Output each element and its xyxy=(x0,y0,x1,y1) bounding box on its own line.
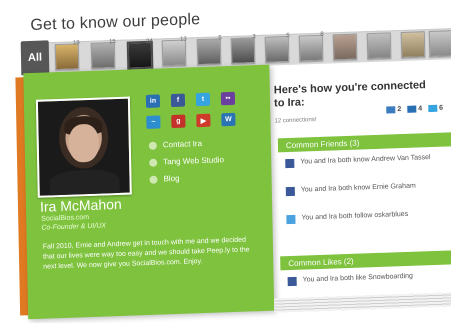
list-item: You and Ira both follow oskarblues xyxy=(286,209,446,225)
globe-icon xyxy=(149,158,158,167)
person-thumbnail[interactable] xyxy=(366,32,392,60)
page-title: Get to know our people xyxy=(30,11,201,34)
youtube-icon[interactable]: ▶ xyxy=(196,113,211,128)
list-item: You and Ira both know Ernie Graham xyxy=(285,181,446,197)
profile-links: Contact Ira Tang Web Studio Blog xyxy=(148,138,225,192)
common-friends-header[interactable]: Common Friends (3) xyxy=(277,132,451,153)
wordpress-icon[interactable]: W xyxy=(221,112,236,127)
connections-count: 12 connections! xyxy=(274,117,317,125)
vimeo-icon[interactable]: ~ xyxy=(146,115,161,129)
rss-icon xyxy=(149,175,158,184)
mail-icon xyxy=(148,141,157,150)
person-thumbnail[interactable] xyxy=(332,33,358,61)
person-thumbnail-selected[interactable]: 24 xyxy=(126,39,154,70)
list-item: You and Ira both like Snowboarding xyxy=(287,271,448,287)
card-stack-edge xyxy=(274,292,451,313)
person-thumbnail[interactable]: 8 xyxy=(298,32,324,62)
flickr-icon[interactable]: •• xyxy=(220,91,236,106)
social-icons-grid: in f t •• ~ g ▶ W xyxy=(145,91,238,129)
facebook-icon xyxy=(285,158,295,169)
person-thumbnail[interactable]: 13 xyxy=(161,36,187,67)
person-thumbnail[interactable] xyxy=(400,31,426,58)
person-thumbnail[interactable]: 5 xyxy=(264,33,290,63)
person-thumbnail[interactable]: 15 xyxy=(90,39,116,69)
person-name: Ira McMahon xyxy=(39,195,122,215)
badge-facebook: 2 xyxy=(386,106,401,114)
person-thumbnail[interactable]: 5 xyxy=(196,35,222,66)
common-likes-header[interactable]: Common Likes (2) xyxy=(280,250,451,271)
person-thumbnail[interactable]: 19 xyxy=(54,40,80,71)
twitter-icon[interactable]: t xyxy=(195,92,211,107)
facebook-icon xyxy=(287,276,297,287)
linkedin-icon[interactable]: in xyxy=(145,94,161,108)
badge-twitter: 6 xyxy=(428,105,443,113)
studio-link[interactable]: Tang Web Studio xyxy=(149,155,224,167)
facebook-icon[interactable]: f xyxy=(170,93,186,108)
person-thumbnail[interactable] xyxy=(428,30,451,58)
list-item: You and Ira both know Andrew Van Tassel xyxy=(285,153,445,169)
blog-link[interactable]: Blog xyxy=(149,172,224,184)
profile-card-scene: Get to know our people All 19 15 24 13 5… xyxy=(0,0,451,323)
tab-all[interactable]: All xyxy=(20,40,50,76)
twitter-icon xyxy=(286,214,296,225)
contact-link[interactable]: Contact Ira xyxy=(148,138,224,150)
google-icon[interactable]: g xyxy=(171,114,186,129)
person-thumbnail[interactable]: 3 xyxy=(230,34,256,64)
facebook-icon xyxy=(285,186,295,197)
badge-linkedin: 4 xyxy=(407,105,422,113)
connection-badges: 2 4 6 xyxy=(386,105,443,114)
profile-photo xyxy=(35,96,132,198)
